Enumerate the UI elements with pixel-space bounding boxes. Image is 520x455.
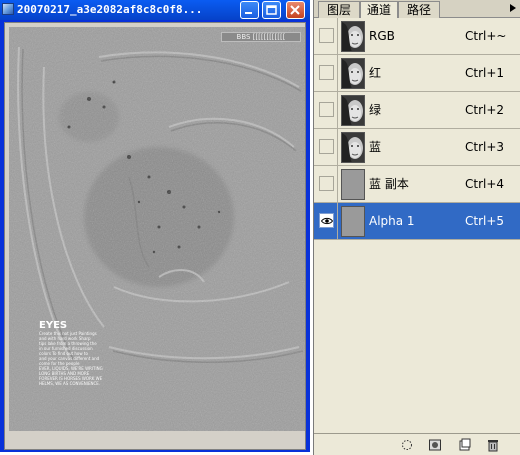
channel-name: 蓝 副本 (369, 177, 409, 191)
row-divider (337, 166, 338, 203)
tab-paths[interactable]: 路径 (398, 1, 440, 18)
panel-footer (314, 433, 520, 455)
minimize-icon (245, 12, 252, 14)
channel-row[interactable]: 蓝 副本 Ctrl+4 (314, 166, 520, 203)
face-thumbnail-icon (342, 59, 364, 88)
panel-menu-button[interactable] (508, 3, 518, 13)
alpha-channel-canvas[interactable]: BBS [[[[[[[[[[[[ EYES Create this not ju… (9, 27, 305, 431)
channel-thumbnail (341, 21, 365, 52)
document-title: 20070217_a3e2082af8c8c0f8... (17, 3, 203, 16)
load-selection-icon[interactable] (400, 438, 414, 452)
document-title-bar[interactable]: 20070217_a3e2082af8c8c0f8... (0, 0, 310, 20)
row-divider (337, 55, 338, 92)
save-selection-icon[interactable] (428, 438, 442, 452)
visibility-toggle[interactable] (319, 213, 334, 228)
channel-name: 蓝 (369, 140, 382, 154)
tab-layers[interactable]: 图层 (318, 1, 360, 18)
document-icon (2, 3, 14, 15)
row-divider (337, 92, 338, 129)
channel-shortcut: Ctrl+1 (465, 66, 505, 80)
channel-shortcut: Ctrl+2 (465, 103, 505, 117)
panel-tabs: 图层 通道 路径 (314, 0, 520, 19)
face-thumbnail-icon (342, 22, 364, 51)
channel-shortcut: Ctrl+3 (465, 140, 505, 154)
visibility-toggle[interactable] (319, 139, 334, 154)
minimize-button[interactable] (240, 1, 259, 19)
channel-shortcut: Ctrl+~ (465, 29, 507, 43)
triangle-right-icon (510, 4, 516, 12)
channel-row[interactable]: 绿 Ctrl+2 (314, 92, 520, 129)
eyes-text-block: EYES Create this not just Paintings and … (39, 320, 119, 386)
document-window: 20070217_a3e2082af8c8c0f8... BBS [[[[[[[… (0, 0, 310, 452)
channel-name: Alpha 1 (369, 214, 415, 228)
channel-shortcut: Ctrl+5 (465, 214, 505, 228)
visibility-toggle[interactable] (319, 176, 334, 191)
channel-row[interactable]: 蓝 Ctrl+3 (314, 129, 520, 166)
maximize-icon (266, 5, 277, 15)
channel-name: 绿 (369, 103, 382, 117)
visibility-toggle[interactable] (319, 65, 334, 80)
row-divider (337, 129, 338, 166)
channel-thumbnail (341, 169, 365, 200)
close-button[interactable] (286, 1, 305, 19)
channel-thumbnail (341, 132, 365, 163)
visibility-toggle[interactable] (319, 102, 334, 117)
channel-thumbnail (341, 58, 365, 89)
row-divider (337, 203, 338, 240)
visibility-toggle[interactable] (319, 28, 334, 43)
channel-shortcut: Ctrl+4 (465, 177, 505, 191)
face-thumbnail-icon (342, 133, 364, 162)
channel-name: 红 (369, 66, 382, 80)
channel-row[interactable]: 红 Ctrl+1 (314, 55, 520, 92)
channel-thumbnail (341, 206, 365, 237)
eyes-title: EYES (39, 320, 68, 331)
channel-name: RGB (369, 29, 395, 43)
channels-panel: 图层 通道 路径 RGB Ctrl+~ 红 Ctrl+1 绿 Ctrl+2 蓝 Ctrl+3 蓝… (313, 0, 520, 455)
new-channel-icon[interactable] (458, 438, 472, 452)
channel-row[interactable]: Alpha 1 Ctrl+5 (314, 203, 520, 240)
maximize-button[interactable] (262, 1, 281, 19)
channel-thumbnail (341, 95, 365, 126)
face-thumbnail-icon (342, 96, 364, 125)
tab-channels[interactable]: 通道 (360, 1, 398, 19)
canvas-frame: BBS [[[[[[[[[[[[ EYES Create this not ju… (4, 22, 306, 450)
close-icon (290, 5, 300, 15)
row-divider (337, 18, 338, 55)
channel-row[interactable]: RGB Ctrl+~ (314, 18, 520, 55)
watermark-label: BBS [[[[[[[[[[[[ (221, 32, 301, 42)
eye-icon (321, 217, 333, 225)
eyes-line: HELMS, WE AS CONVENIENCE. (39, 381, 101, 386)
delete-channel-icon[interactable] (486, 438, 500, 452)
